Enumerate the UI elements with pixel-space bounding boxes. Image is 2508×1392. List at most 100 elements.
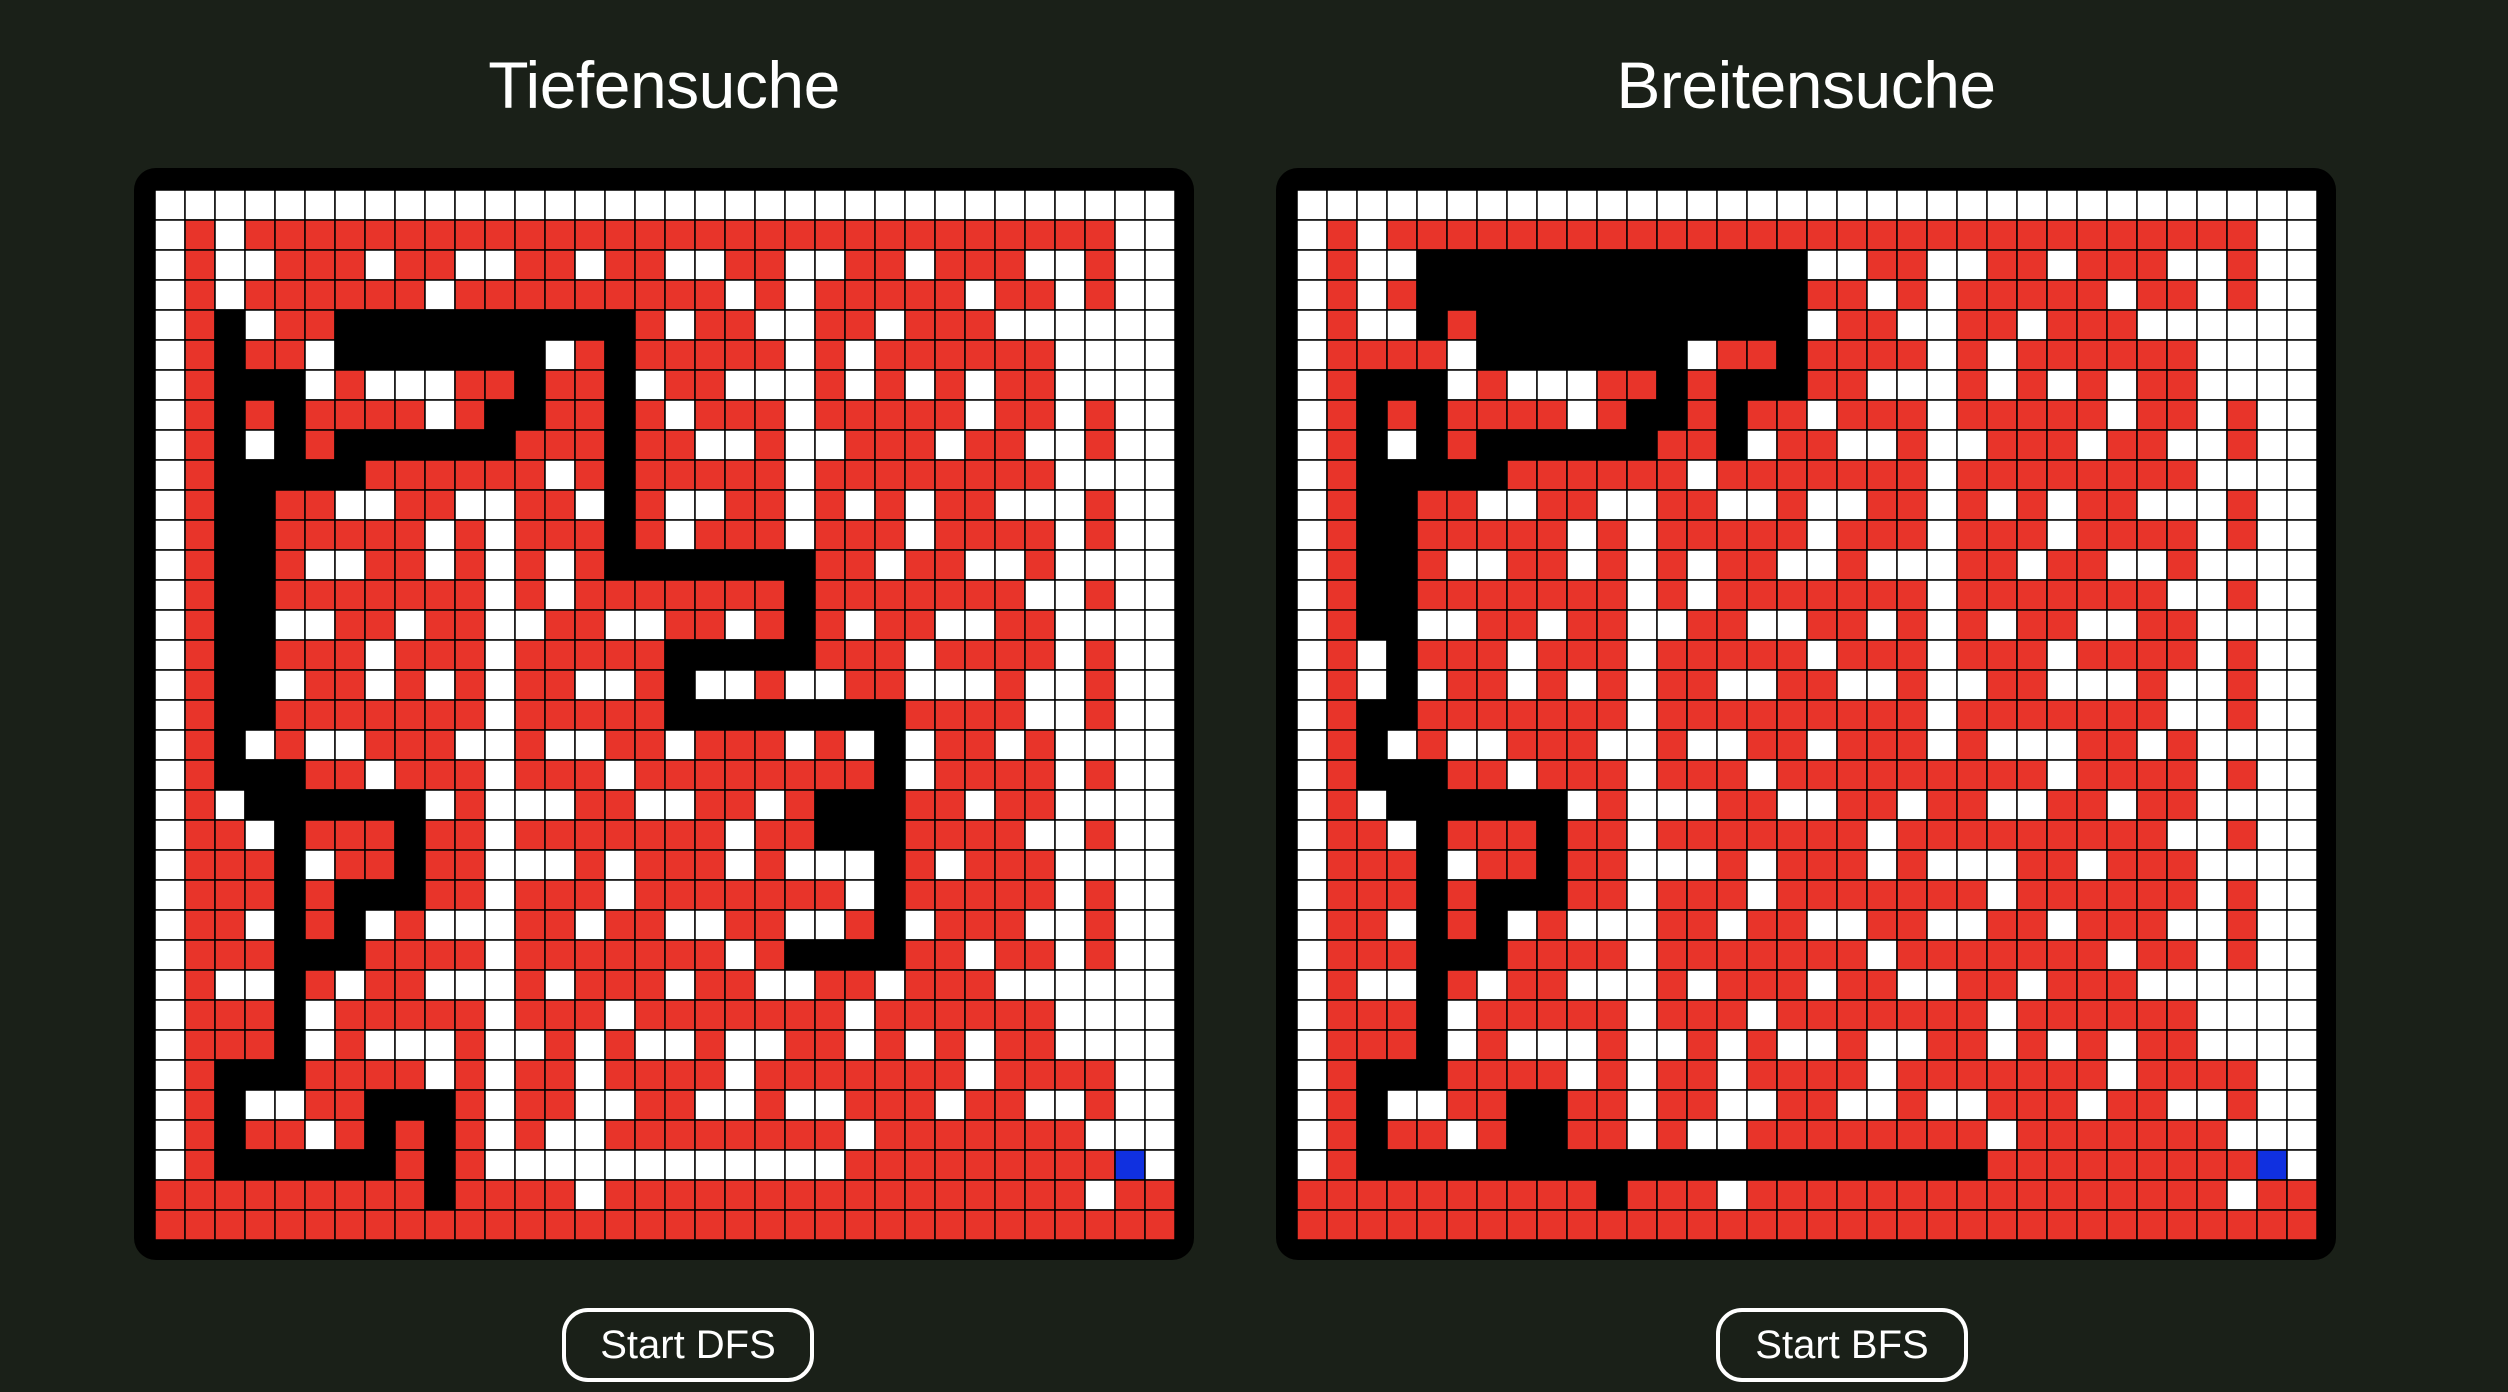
bfs-maze-cell[interactable] bbox=[1446, 429, 1478, 461]
dfs-maze-cell[interactable] bbox=[814, 669, 846, 701]
dfs-maze-cell[interactable] bbox=[1084, 909, 1116, 941]
bfs-maze-cell[interactable] bbox=[1446, 999, 1478, 1031]
dfs-maze-cell[interactable] bbox=[664, 729, 696, 761]
bfs-maze-cell[interactable] bbox=[1297, 1179, 1328, 1211]
dfs-maze-cell[interactable] bbox=[364, 909, 396, 941]
bfs-maze-cell[interactable] bbox=[2076, 549, 2108, 581]
bfs-maze-cell[interactable] bbox=[1596, 1029, 1628, 1061]
dfs-maze-cell[interactable] bbox=[604, 549, 636, 581]
bfs-maze-cell[interactable] bbox=[1386, 879, 1418, 911]
dfs-maze-cell[interactable] bbox=[634, 519, 666, 551]
dfs-maze-cell[interactable] bbox=[514, 429, 546, 461]
bfs-maze-cell[interactable] bbox=[2286, 339, 2317, 371]
dfs-maze-cell[interactable] bbox=[244, 190, 276, 221]
bfs-maze-cell[interactable] bbox=[1386, 699, 1418, 731]
bfs-maze-cell[interactable] bbox=[1746, 819, 1778, 851]
bfs-maze-cell[interactable] bbox=[1626, 399, 1658, 431]
dfs-maze-cell[interactable] bbox=[1054, 190, 1086, 221]
bfs-maze-cell[interactable] bbox=[2166, 579, 2198, 611]
dfs-maze-cell[interactable] bbox=[634, 1179, 666, 1211]
bfs-maze-cell[interactable] bbox=[1446, 579, 1478, 611]
bfs-maze-cell[interactable] bbox=[2226, 249, 2258, 281]
dfs-maze-cell[interactable] bbox=[1024, 819, 1056, 851]
bfs-maze-cell[interactable] bbox=[1866, 729, 1898, 761]
bfs-maze-cell[interactable] bbox=[2136, 519, 2168, 551]
dfs-maze-cell[interactable] bbox=[904, 429, 936, 461]
dfs-maze-cell[interactable] bbox=[244, 369, 276, 401]
dfs-maze-cell[interactable] bbox=[155, 1029, 186, 1061]
dfs-maze-cell[interactable] bbox=[394, 729, 426, 761]
bfs-maze-cell[interactable] bbox=[2226, 1089, 2258, 1121]
bfs-maze-cell[interactable] bbox=[1776, 969, 1808, 1001]
dfs-maze-cell[interactable] bbox=[1114, 789, 1146, 821]
dfs-maze-cell[interactable] bbox=[214, 1149, 246, 1181]
dfs-maze-cell[interactable] bbox=[874, 279, 906, 311]
bfs-maze-cell[interactable] bbox=[2076, 519, 2108, 551]
dfs-maze-cell[interactable] bbox=[664, 759, 696, 791]
bfs-maze-cell[interactable] bbox=[2106, 1209, 2138, 1240]
dfs-maze-cell[interactable] bbox=[394, 279, 426, 311]
bfs-maze-cell[interactable] bbox=[1716, 459, 1748, 491]
dfs-maze-cell[interactable] bbox=[1024, 309, 1056, 341]
bfs-maze-cell[interactable] bbox=[1866, 609, 1898, 641]
bfs-maze-cell[interactable] bbox=[1566, 429, 1598, 461]
bfs-maze-cell[interactable] bbox=[2166, 519, 2198, 551]
dfs-maze-cell[interactable] bbox=[814, 1149, 846, 1181]
dfs-maze-cell[interactable] bbox=[694, 639, 726, 671]
bfs-maze-cell[interactable] bbox=[1656, 489, 1688, 521]
dfs-maze-cell[interactable] bbox=[994, 279, 1026, 311]
dfs-maze-cell[interactable] bbox=[424, 1179, 456, 1211]
bfs-maze-cell[interactable] bbox=[2136, 669, 2168, 701]
dfs-maze-cell[interactable] bbox=[514, 279, 546, 311]
bfs-maze-cell[interactable] bbox=[1986, 190, 2018, 221]
bfs-maze-cell[interactable] bbox=[2166, 549, 2198, 581]
dfs-maze-cell[interactable] bbox=[1054, 399, 1086, 431]
dfs-maze-cell[interactable] bbox=[274, 369, 306, 401]
bfs-maze-cell[interactable] bbox=[2016, 1119, 2048, 1151]
dfs-maze-cell[interactable] bbox=[334, 909, 366, 941]
dfs-maze-cell[interactable] bbox=[214, 819, 246, 851]
dfs-maze-cell[interactable] bbox=[994, 1029, 1026, 1061]
bfs-maze-cell[interactable] bbox=[1896, 759, 1928, 791]
bfs-maze-cell[interactable] bbox=[1656, 279, 1688, 311]
dfs-maze-cell[interactable] bbox=[274, 279, 306, 311]
bfs-maze-cell[interactable] bbox=[1626, 849, 1658, 881]
bfs-maze-cell[interactable] bbox=[1806, 849, 1838, 881]
dfs-maze-cell[interactable] bbox=[754, 699, 786, 731]
bfs-maze-cell[interactable] bbox=[1446, 669, 1478, 701]
dfs-maze-cell[interactable] bbox=[874, 939, 906, 971]
dfs-maze-cell[interactable] bbox=[484, 609, 516, 641]
bfs-maze-cell[interactable] bbox=[1626, 759, 1658, 791]
bfs-maze-cell[interactable] bbox=[2016, 579, 2048, 611]
bfs-maze-cell[interactable] bbox=[1686, 789, 1718, 821]
dfs-maze-cell[interactable] bbox=[694, 759, 726, 791]
bfs-maze-cell[interactable] bbox=[1716, 309, 1748, 341]
bfs-maze-cell[interactable] bbox=[1956, 309, 1988, 341]
bfs-maze-cell[interactable] bbox=[2286, 1119, 2317, 1151]
bfs-maze-cell[interactable] bbox=[2046, 1119, 2078, 1151]
bfs-maze-cell[interactable] bbox=[1506, 759, 1538, 791]
bfs-maze-cell[interactable] bbox=[2076, 909, 2108, 941]
bfs-maze-cell[interactable] bbox=[1956, 549, 1988, 581]
dfs-maze-cell[interactable] bbox=[814, 1029, 846, 1061]
dfs-maze-cell[interactable] bbox=[214, 729, 246, 761]
dfs-maze-cell[interactable] bbox=[544, 190, 576, 221]
bfs-maze-cell[interactable] bbox=[2106, 879, 2138, 911]
dfs-maze-cell[interactable] bbox=[1144, 1149, 1175, 1181]
bfs-maze-cell[interactable] bbox=[2196, 639, 2228, 671]
bfs-maze-cell[interactable] bbox=[1656, 1059, 1688, 1091]
dfs-maze-cell[interactable] bbox=[304, 519, 336, 551]
dfs-maze-cell[interactable] bbox=[514, 849, 546, 881]
bfs-maze-cell[interactable] bbox=[2046, 579, 2078, 611]
dfs-maze-cell[interactable] bbox=[364, 249, 396, 281]
bfs-maze-cell[interactable] bbox=[1476, 1029, 1508, 1061]
bfs-maze-cell[interactable] bbox=[1297, 279, 1328, 311]
bfs-maze-cell[interactable] bbox=[1416, 819, 1448, 851]
bfs-maze-cell[interactable] bbox=[1806, 369, 1838, 401]
dfs-maze-cell[interactable] bbox=[634, 249, 666, 281]
bfs-maze-cell[interactable] bbox=[1776, 819, 1808, 851]
bfs-maze-cell[interactable] bbox=[1297, 1029, 1328, 1061]
bfs-maze-cell[interactable] bbox=[2286, 579, 2317, 611]
bfs-maze-cell[interactable] bbox=[2016, 909, 2048, 941]
dfs-maze-cell[interactable] bbox=[184, 909, 216, 941]
